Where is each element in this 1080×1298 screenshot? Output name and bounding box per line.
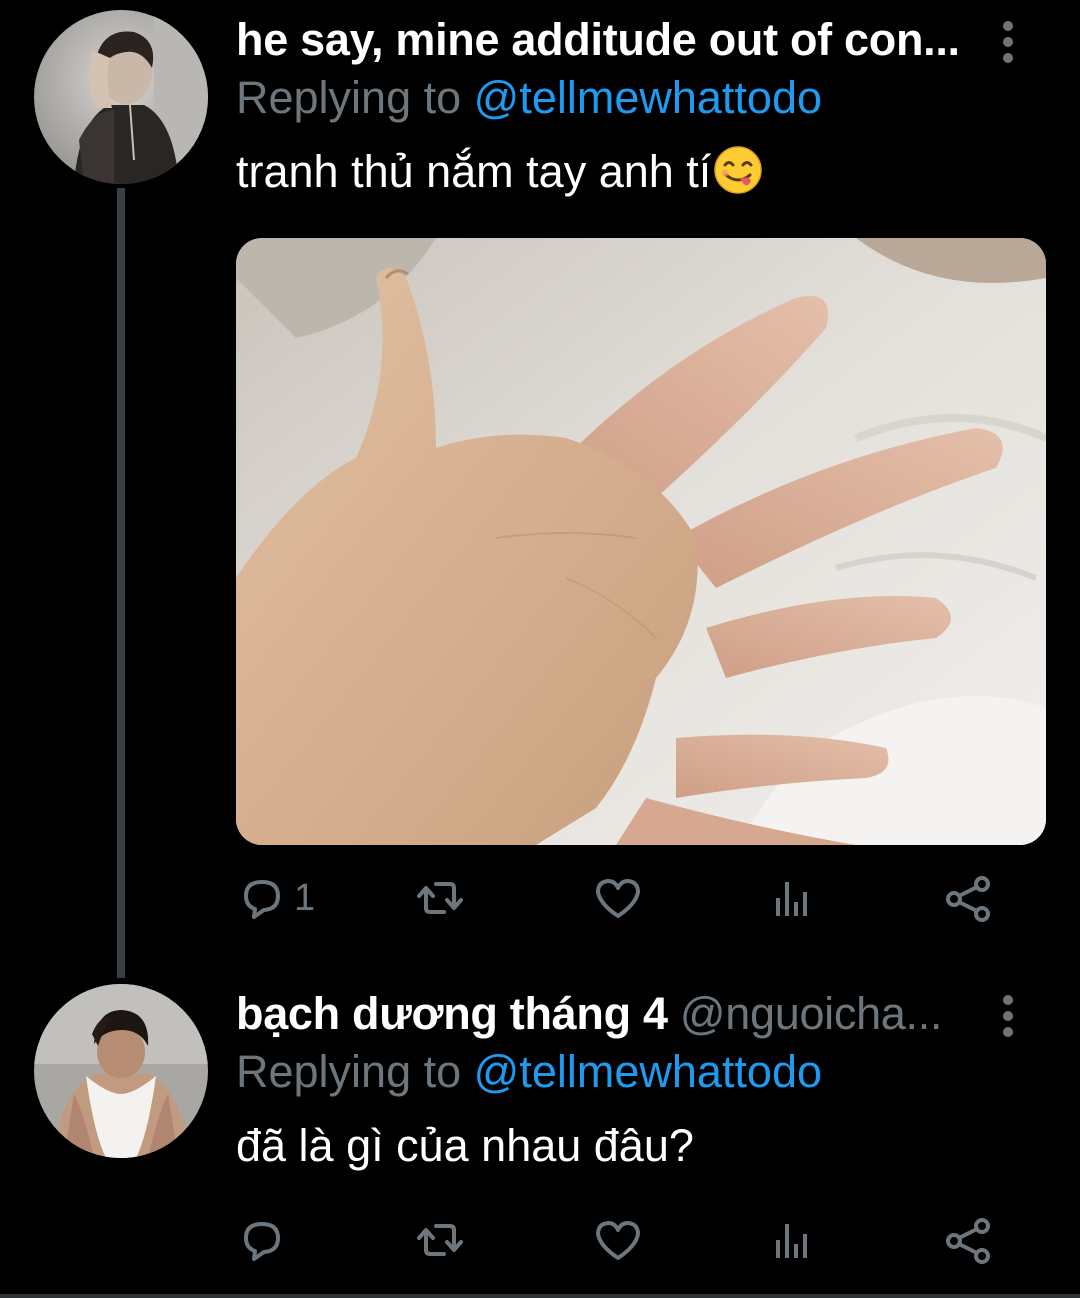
retweet-button[interactable] xyxy=(414,1210,466,1270)
tweet-photo[interactable] xyxy=(236,238,1046,845)
tweet-header: he say, mine additude out of con... xyxy=(236,12,960,68)
tweet-actions xyxy=(236,1210,1036,1270)
tweet-2[interactable]: bạch dương tháng 4 @nguoicha... Replying… xyxy=(0,960,1080,1294)
heart-icon xyxy=(596,1221,640,1260)
views-icon xyxy=(776,1224,807,1258)
hands-photo xyxy=(236,238,1046,845)
user-avatar[interactable] xyxy=(34,10,208,184)
like-button[interactable] xyxy=(592,1210,644,1270)
tweet-text: tranh thủ nắm tay anh tí xyxy=(236,144,763,200)
user-handle[interactable]: @nguoicha... xyxy=(680,988,943,1039)
replying-prefix: Replying to xyxy=(236,72,474,123)
like-button[interactable] xyxy=(592,868,644,928)
reply-button[interactable] xyxy=(236,1210,294,1270)
user-avatar[interactable] xyxy=(34,984,208,1158)
display-name[interactable]: bạch dương tháng 4 xyxy=(236,988,668,1039)
bottom-divider xyxy=(0,1294,1080,1298)
more-icon[interactable] xyxy=(996,986,1020,1046)
face-savoring-food-emoji xyxy=(714,146,763,194)
share-icon xyxy=(946,1218,990,1264)
share-icon xyxy=(946,876,990,922)
tweet-1[interactable]: he say, mine additude out of con... Repl… xyxy=(0,0,1080,960)
reply-icon xyxy=(244,1222,280,1261)
retweet-icon xyxy=(417,1224,463,1256)
replying-to: Replying to @tellmewhattodo xyxy=(236,70,822,126)
tweet-text-content: đã là gì của nhau đâu? xyxy=(236,1120,694,1171)
avatar-photo xyxy=(34,10,208,184)
reply-button[interactable]: 1 xyxy=(236,868,315,928)
views-button[interactable] xyxy=(766,868,818,928)
replying-to: Replying to @tellmewhattodo xyxy=(236,1044,822,1100)
reply-count: 1 xyxy=(294,876,316,919)
avatar-photo xyxy=(34,984,208,1158)
tweet-actions: 1 xyxy=(236,868,1036,928)
mention-link[interactable]: @tellmewhattodo xyxy=(474,72,822,123)
retweet-button[interactable] xyxy=(414,868,466,928)
views-button[interactable] xyxy=(766,1210,818,1270)
share-button[interactable] xyxy=(942,868,994,928)
tweet-text-content: tranh thủ nắm tay anh tí xyxy=(236,146,712,197)
display-name[interactable]: he say, mine additude out of con... xyxy=(236,14,960,65)
heart-icon xyxy=(596,879,640,918)
views-icon xyxy=(776,882,807,916)
retweet-icon xyxy=(417,882,463,914)
share-button[interactable] xyxy=(942,1210,994,1270)
reply-icon xyxy=(244,880,280,919)
mention-link[interactable]: @tellmewhattodo xyxy=(474,1046,822,1097)
replying-prefix: Replying to xyxy=(236,1046,474,1097)
tweet-header: bạch dương tháng 4 @nguoicha... xyxy=(236,986,942,1042)
tweet-text: đã là gì của nhau đâu? xyxy=(236,1118,694,1174)
more-icon[interactable] xyxy=(996,12,1020,72)
